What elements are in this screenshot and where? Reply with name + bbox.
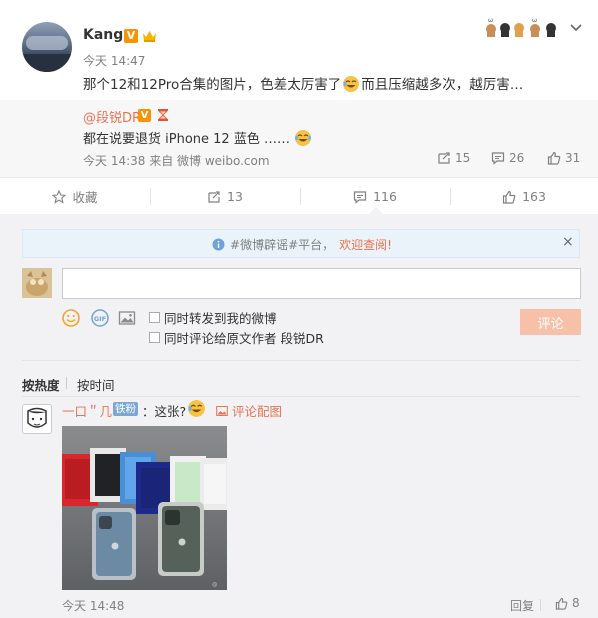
weibo-post-card: Kang V 今天 14:47 那个12和12Pro合集的图片，色差太厉害了 而且… bbox=[0, 0, 598, 618]
sort-by-time-tab[interactable]: 按时间 bbox=[77, 375, 115, 394]
svg-text:GIF: GIF bbox=[94, 315, 106, 323]
divider bbox=[22, 360, 580, 361]
thumbs-up-icon bbox=[555, 597, 568, 610]
commenter-name[interactable]: 一口＂几 bbox=[62, 401, 112, 420]
submit-comment-button[interactable]: 评论 bbox=[520, 309, 581, 335]
hourglass-icon bbox=[158, 109, 168, 121]
svg-text:ω: ω bbox=[532, 17, 537, 24]
post-text: 那个12和12Pro合集的图片，色差太厉害了 而且压缩越多次，越厉害… bbox=[83, 73, 523, 93]
comment-text: ：这张? bbox=[142, 404, 187, 419]
author-name[interactable]: Kang bbox=[83, 27, 123, 43]
also-comment-checkbox[interactable] bbox=[149, 332, 160, 343]
divider bbox=[540, 599, 541, 611]
comment-photo[interactable]: ◎ bbox=[62, 426, 227, 590]
sort-by-hot-tab[interactable]: 按热度 bbox=[22, 375, 60, 394]
verified-badge: V bbox=[124, 29, 138, 43]
reposted-like-count[interactable]: 31 bbox=[547, 151, 580, 165]
post-time[interactable]: 今天 14:47 bbox=[83, 52, 145, 69]
comment-count: 116 bbox=[373, 189, 397, 204]
post-text-part1: 那个12和12Pro合集的图片，色差太厉害了 bbox=[83, 77, 342, 93]
reply-button[interactable]: 回复 bbox=[510, 597, 534, 614]
comment-picture-link[interactable]: 评论配图 bbox=[216, 401, 282, 420]
laugh-tears-emoji-icon bbox=[295, 130, 312, 146]
repost-icon bbox=[438, 152, 450, 164]
decoration-stickers-icon: ω ω bbox=[486, 17, 556, 37]
repost-icon bbox=[208, 190, 220, 203]
favorite-button[interactable]: 收藏 bbox=[0, 178, 150, 215]
action-bar: 收藏 13 116 163 bbox=[0, 177, 598, 216]
laugh-cry-emoji-icon bbox=[343, 76, 360, 92]
notice-text: #微博辟谣#平台， bbox=[230, 238, 335, 252]
divider bbox=[22, 396, 580, 397]
gif-icon[interactable]: GIF bbox=[91, 309, 109, 327]
comment-like-button[interactable]: 8 bbox=[555, 596, 580, 610]
reposted-verified-badge: V bbox=[138, 109, 151, 122]
svg-text:ω: ω bbox=[488, 17, 493, 24]
comment-icon bbox=[353, 190, 367, 204]
fan-badge: 铁粉 bbox=[113, 402, 138, 416]
svg-text:◎: ◎ bbox=[212, 581, 217, 588]
comment-pointer bbox=[369, 207, 383, 214]
reposted-like-count-value: 31 bbox=[565, 151, 581, 165]
thumbs-up-icon bbox=[502, 190, 516, 204]
comment-picture-label: 评论配图 bbox=[232, 404, 283, 419]
like-button[interactable]: 163 bbox=[450, 178, 598, 215]
repost-button[interactable]: 13 bbox=[150, 178, 300, 215]
comment-like-count: 8 bbox=[572, 596, 580, 610]
notice-link[interactable]: 欢迎查阅! bbox=[339, 236, 392, 253]
sketch-face-icon bbox=[23, 405, 51, 433]
author-avatar[interactable] bbox=[22, 22, 72, 72]
comment-time: 今天 14:48 bbox=[62, 599, 125, 613]
comment-icon bbox=[491, 152, 505, 165]
star-icon bbox=[52, 189, 67, 204]
picture-icon bbox=[216, 405, 228, 416]
reposted-author-name[interactable]: @段锐DR bbox=[83, 107, 141, 126]
reposted-text: 都在说要退货 iPhone 12 蓝色 …… bbox=[83, 128, 312, 147]
close-icon[interactable]: × bbox=[562, 235, 574, 249]
reposted-comment-count[interactable]: 26 bbox=[491, 151, 524, 165]
vip-crown-icon bbox=[143, 31, 156, 42]
reposted-comment-count-value: 26 bbox=[509, 151, 525, 165]
also-comment-label[interactable]: 同时评论给原文作者 段锐DR bbox=[164, 328, 324, 347]
comment-input[interactable] bbox=[62, 268, 581, 299]
image-upload-icon[interactable] bbox=[118, 309, 136, 327]
like-count: 163 bbox=[522, 189, 546, 204]
reposted-text-body: 都在说要退货 iPhone 12 蓝色 …… bbox=[83, 132, 290, 147]
emoji-picker-icon[interactable] bbox=[62, 309, 80, 327]
divider bbox=[66, 377, 67, 389]
post-text-part2: 而且压缩越多次，越厉害… bbox=[361, 77, 524, 93]
also-repost-label[interactable]: 同时转发到我的微博 bbox=[164, 308, 277, 327]
also-repost-checkbox[interactable] bbox=[149, 312, 160, 323]
reposted-repost-count[interactable]: 15 bbox=[437, 151, 470, 165]
thumbs-up-icon bbox=[547, 151, 561, 165]
chevron-down-icon[interactable] bbox=[569, 20, 583, 34]
reposted-meta[interactable]: 今天 14:38 来自 微博 weibo.com bbox=[83, 152, 270, 169]
favorite-label: 收藏 bbox=[72, 190, 98, 205]
rumor-notice-banner: #微博辟谣#平台， 欢迎查阅! bbox=[22, 229, 580, 258]
my-avatar[interactable] bbox=[22, 268, 52, 298]
laugh-cry-emoji-icon bbox=[188, 400, 205, 417]
commenter-avatar[interactable] bbox=[22, 404, 52, 434]
info-icon bbox=[212, 238, 225, 251]
repost-count: 13 bbox=[227, 189, 243, 204]
reposted-repost-count-value: 15 bbox=[455, 151, 471, 165]
